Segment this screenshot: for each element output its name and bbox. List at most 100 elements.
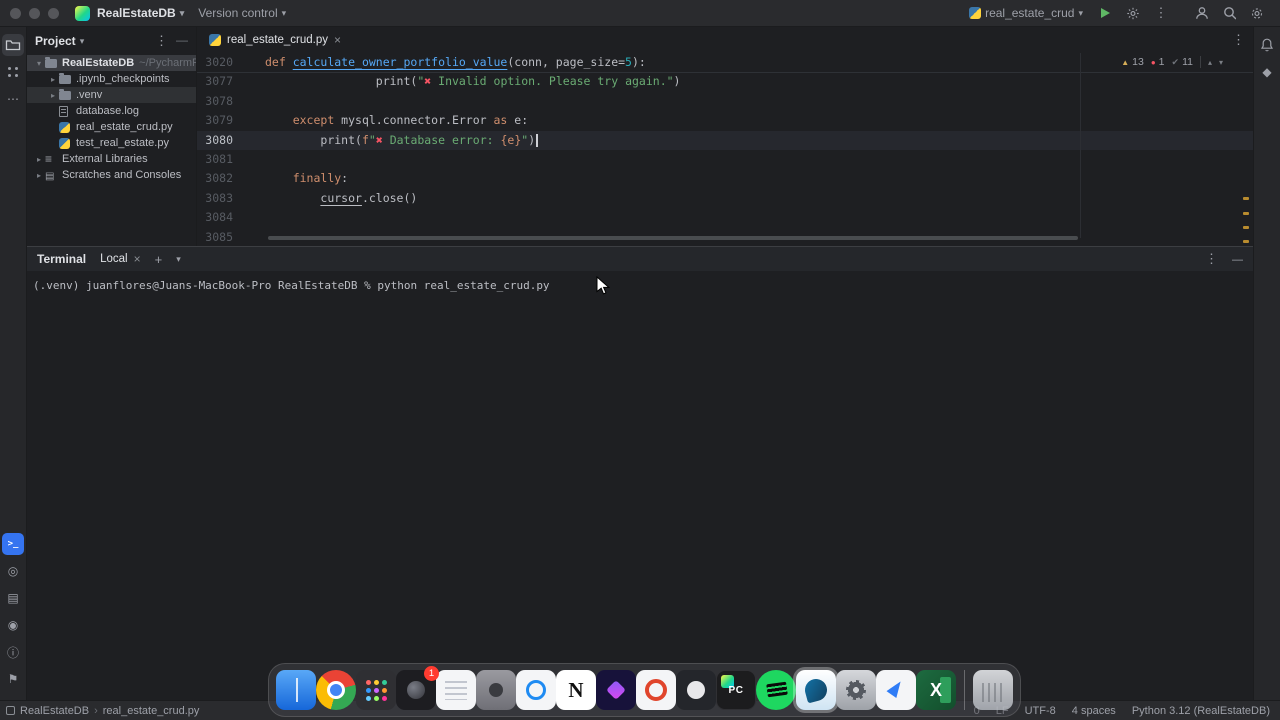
code-line-3079[interactable]: 3079 except mysql.connector.Error as e: (197, 111, 1253, 130)
close-icon[interactable] (334, 33, 341, 47)
target-icon: ◎ (7, 564, 19, 578)
code-line-3084[interactable]: 3084 (197, 208, 1253, 227)
terminal-options-chevron[interactable] (176, 254, 181, 265)
python-icon (59, 137, 74, 149)
minimize-terminal-button[interactable] (1232, 252, 1243, 266)
dock-icon-camera-app[interactable] (476, 670, 516, 710)
more-run-options-button[interactable] (1120, 2, 1146, 24)
dock-icon-arc-browser[interactable] (596, 670, 636, 710)
status-item-4-spaces[interactable]: 4 spaces (1072, 705, 1116, 717)
hide-panel-button[interactable]: — (176, 33, 188, 49)
chevron-right-icon (33, 155, 45, 164)
code-line-3083[interactable]: 3083 cursor.close() (197, 189, 1253, 208)
project-selector[interactable]: RealEstateDB (90, 3, 191, 23)
ai-assistant-button[interactable]: ◆ (1256, 61, 1278, 83)
warning-count[interactable]: 13 (1121, 56, 1144, 68)
dock-icon-spotify[interactable] (756, 670, 796, 710)
python-file-icon (209, 34, 221, 46)
profile-icon[interactable] (1188, 2, 1214, 24)
services-tool-window-button[interactable]: ▤ (2, 587, 24, 609)
dock-icon-chrome[interactable] (316, 670, 356, 710)
terminal-tool-window: Terminal Local (.venv) juanflores@Juans-… (27, 246, 1253, 700)
commit-tool-window-button[interactable] (2, 61, 24, 83)
dock-icon-system-settings[interactable] (836, 670, 876, 710)
problems-tool-window-button[interactable]: ⓘ (2, 641, 24, 663)
terminal-tab-local[interactable]: Local (100, 252, 141, 266)
project-tool-window: Project — RealEstateDB ~/PycharmProjec .ip… (27, 27, 197, 246)
dock-icon-trash[interactable] (973, 670, 1013, 710)
breadcrumb-realestatedb[interactable]: RealEstateDB (20, 705, 89, 717)
error-count[interactable]: 1 (1151, 56, 1165, 68)
dock-icon-launchpad[interactable] (356, 670, 396, 710)
project-tool-window-button[interactable] (2, 34, 24, 56)
line-number: 3085 (205, 229, 233, 244)
dock-icon-excel[interactable]: X (916, 670, 956, 710)
tree-item-ipynb-checkpoints[interactable]: .ipynb_checkpoints (27, 71, 196, 87)
code-line-3077[interactable]: 3077 print("✖ Invalid option. Please try… (197, 72, 1253, 91)
dock-icon-red-ring-app[interactable] (636, 670, 676, 710)
code-lines: 3020 def calculate_owner_portfolio_value(… (197, 53, 1253, 246)
search-everywhere-button[interactable] (1216, 2, 1242, 24)
tree-item-scratches-and-consoles[interactable]: Scratches and Consoles (27, 167, 196, 183)
titlebar: RealEstateDB Version control real_estate… (0, 0, 1280, 27)
code-text: def calculate_owner_portfolio_value(conn… (265, 55, 646, 69)
editor-tab-options-button[interactable] (1232, 32, 1245, 48)
bookmarks-tool-window-button[interactable]: ⚑ (2, 668, 24, 690)
notifications-button[interactable] (1256, 34, 1278, 56)
project-panel-options-button[interactable] (155, 33, 168, 49)
dock-icon-notion[interactable]: N (556, 670, 596, 710)
dock-icon-app-store[interactable] (516, 670, 556, 710)
new-terminal-session-button[interactable] (155, 252, 163, 267)
dock-icon-github-desktop[interactable] (676, 670, 716, 710)
breadcrumb-real-estate-crud-py[interactable]: real_estate_crud.py (103, 705, 200, 717)
next-problem-button[interactable]: ▾ (1219, 58, 1223, 67)
python-console-tool-window-button[interactable]: ◉ (2, 614, 24, 636)
tree-item-real-estate-crud-py[interactable]: real_estate_crud.py (27, 119, 196, 135)
line-number: 3079 (205, 113, 233, 128)
tool-window-switcher-icon[interactable] (6, 706, 15, 715)
run-button[interactable] (1092, 2, 1118, 24)
python-packages-tool-window-button[interactable]: ◎ (2, 560, 24, 582)
dock-icon-finder[interactable] (276, 670, 316, 710)
horizontal-scrollbar[interactable] (268, 236, 1078, 240)
terminal-tool-window-button[interactable] (2, 533, 24, 555)
status-item-utf-8[interactable]: UTF-8 (1025, 705, 1056, 717)
dock-icon-cursor-app[interactable] (876, 670, 916, 710)
settings-icon[interactable] (1244, 2, 1270, 24)
dock-icon-pycharm[interactable]: PC (716, 670, 756, 710)
terminal-more-options-button[interactable] (1205, 251, 1218, 267)
more-actions-button[interactable] (1148, 2, 1174, 24)
dock-icon-textedit[interactable] (436, 670, 476, 710)
tree-item-test-real-estate-py[interactable]: test_real_estate.py (27, 135, 196, 151)
code-line-3020[interactable]: 3020 def calculate_owner_portfolio_value(… (197, 53, 1253, 73)
code-area[interactable]: 3020 def calculate_owner_portfolio_value(… (197, 53, 1253, 246)
terminal-output[interactable]: (.venv) juanflores@Juans-MacBook-Pro Rea… (27, 271, 1253, 292)
close-window-button[interactable] (10, 7, 21, 19)
code-line-3078[interactable]: 3078 (197, 92, 1253, 111)
dock-icon-mysql-workbench[interactable] (796, 670, 836, 710)
previous-problem-button[interactable]: ▴ (1208, 58, 1212, 67)
run-configuration-selector[interactable]: real_estate_crud (962, 3, 1090, 23)
code-line-3080[interactable]: 3080 print(f"✖ Database error: {e}") (197, 130, 1253, 150)
dock-icon-letter: PC (728, 684, 744, 696)
inspections-widget[interactable]: 13 1 11 ▴ ▾ (1121, 56, 1223, 68)
tree-item-venv[interactable]: .venv (27, 87, 196, 103)
line-number: 3020 (205, 55, 233, 69)
tree-item-realestatedb[interactable]: RealEstateDB ~/PycharmProjec (27, 55, 196, 71)
tree-item-label: .ipynb_checkpoints (76, 73, 170, 85)
tab-real-estate-crud[interactable]: real_estate_crud.py (197, 27, 351, 53)
minimize-window-button[interactable] (29, 7, 40, 19)
tree-item-external-libraries[interactable]: External Libraries (27, 151, 196, 167)
version-control-menu[interactable]: Version control (191, 3, 293, 23)
chevron-right-icon (47, 91, 59, 100)
tree-item-database-log[interactable]: database.log (27, 103, 196, 119)
more-tool-windows-button[interactable]: ⋯ (2, 88, 24, 110)
code-line-3082[interactable]: 3082 finally: (197, 169, 1253, 188)
dock-icon-screenshot-tool[interactable]: 1 (396, 666, 439, 710)
zoom-window-button[interactable] (48, 7, 59, 19)
close-icon[interactable] (134, 252, 141, 266)
tree-item-label: .venv (76, 89, 103, 101)
passed-count[interactable]: 11 (1172, 56, 1193, 68)
status-item-python-3-12-realestatedb[interactable]: Python 3.12 (RealEstateDB) (1132, 705, 1270, 717)
code-line-3081[interactable]: 3081 (197, 150, 1253, 169)
